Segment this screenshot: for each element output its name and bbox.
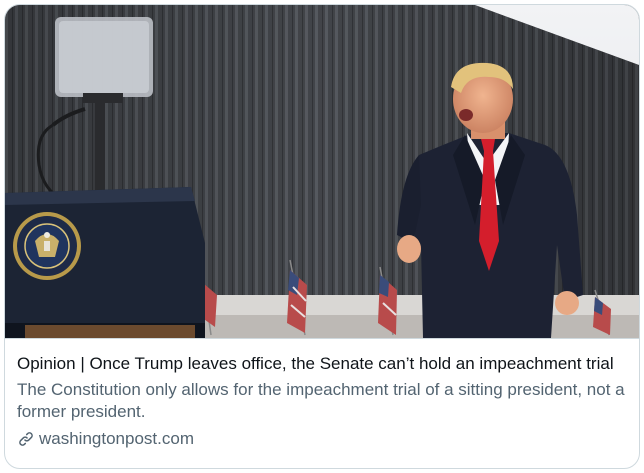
presidential-seal xyxy=(13,212,81,280)
link-icon xyxy=(17,430,35,448)
preview-image[interactable] xyxy=(5,5,639,338)
link-preview-card[interactable]: Opinion | Once Trump leaves office, the … xyxy=(4,4,640,469)
photo-illustration xyxy=(5,5,639,338)
card-domain: washingtonpost.com xyxy=(39,429,194,448)
card-description: The Constitution only allows for the imp… xyxy=(17,380,625,421)
card-domain-row: washingtonpost.com xyxy=(17,428,627,450)
card-headline: Opinion | Once Trump leaves office, the … xyxy=(17,354,614,373)
preview-meta: Opinion | Once Trump leaves office, the … xyxy=(5,338,639,468)
